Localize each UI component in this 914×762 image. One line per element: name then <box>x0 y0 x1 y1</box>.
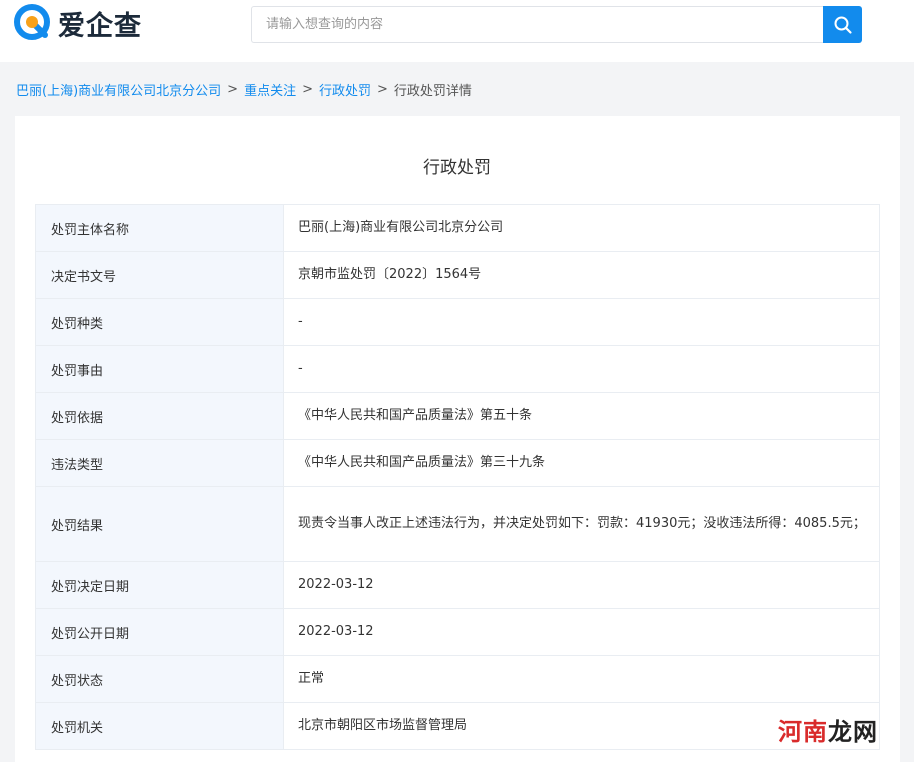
row-label: 违法类型 <box>35 439 284 487</box>
row-value: 巴丽(上海)商业有限公司北京分公司 <box>283 204 880 252</box>
table-row-result: 处罚结果 现责令当事人改正上述违法行为，并决定处罚如下：罚款：41930元；没收… <box>35 486 880 562</box>
logo[interactable]: 爱企查 <box>12 3 142 43</box>
table-row-authority: 处罚机关 北京市朝阳区市场监督管理局 <box>35 702 880 750</box>
row-label: 处罚结果 <box>35 486 284 562</box>
page-title: 行政处罚 <box>423 158 491 178</box>
row-label: 处罚机关 <box>35 702 284 750</box>
table-row-decision-date: 处罚决定日期 2022-03-12 <box>35 561 880 609</box>
table-row-doc-number: 决定书文号 京朝市监处罚〔2022〕1564号 <box>35 251 880 299</box>
row-label: 处罚决定日期 <box>35 561 284 609</box>
row-value: 现责令当事人改正上述违法行为，并决定处罚如下：罚款：41930元；没收违法所得：… <box>283 486 880 562</box>
logo-mark-icon <box>14 4 50 40</box>
row-value: 2022-03-12 <box>283 608 880 656</box>
table-row-reason: 处罚事由 - <box>35 345 880 393</box>
row-value: - <box>283 298 880 346</box>
table-row-type: 处罚种类 - <box>35 298 880 346</box>
logo-text: 爱企查 <box>58 10 142 42</box>
row-label: 处罚事由 <box>35 345 284 393</box>
breadcrumb-separator: > <box>302 81 313 97</box>
search-button[interactable] <box>823 6 862 43</box>
row-label: 处罚依据 <box>35 392 284 440</box>
search-icon <box>834 16 852 34</box>
breadcrumb-focus[interactable]: 重点关注 <box>244 80 296 99</box>
breadcrumb: 巴丽(上海)商业有限公司北京分公司 > 重点关注 > 行政处罚 > 行政处罚详情 <box>16 80 472 99</box>
table-row-status: 处罚状态 正常 <box>35 655 880 703</box>
search-input[interactable] <box>252 7 823 42</box>
breadcrumb-separator: > <box>377 81 388 97</box>
row-value: 《中华人民共和国产品质量法》第三十九条 <box>283 439 880 487</box>
detail-table: 处罚主体名称 巴丽(上海)商业有限公司北京分公司 决定书文号 京朝市监处罚〔20… <box>35 204 880 750</box>
row-label: 处罚主体名称 <box>35 204 284 252</box>
breadcrumb-separator: > <box>227 81 239 97</box>
breadcrumb-admin-penalty[interactable]: 行政处罚 <box>319 80 371 99</box>
table-row-subject: 处罚主体名称 巴丽(上海)商业有限公司北京分公司 <box>35 204 880 252</box>
top-header: 爱企查 <box>0 0 914 62</box>
watermark: 河南龙网 <box>778 712 878 747</box>
row-label: 处罚种类 <box>35 298 284 346</box>
row-value: 2022-03-12 <box>283 561 880 609</box>
table-row-basis: 处罚依据 《中华人民共和国产品质量法》第五十条 <box>35 392 880 440</box>
table-row-violation-type: 违法类型 《中华人民共和国产品质量法》第三十九条 <box>35 439 880 487</box>
row-value: 京朝市监处罚〔2022〕1564号 <box>283 251 880 299</box>
row-label: 决定书文号 <box>35 251 284 299</box>
row-label: 处罚状态 <box>35 655 284 703</box>
watermark-black-text: 龙网 <box>828 718 878 746</box>
row-value: 《中华人民共和国产品质量法》第五十条 <box>283 392 880 440</box>
search-box <box>251 6 823 43</box>
row-label: 处罚公开日期 <box>35 608 284 656</box>
breadcrumb-company[interactable]: 巴丽(上海)商业有限公司北京分公司 <box>16 80 221 99</box>
breadcrumb-current: 行政处罚详情 <box>393 83 472 99</box>
row-value: 正常 <box>283 655 880 703</box>
table-row-publish-date: 处罚公开日期 2022-03-12 <box>35 608 880 656</box>
row-value: - <box>283 345 880 393</box>
watermark-red-text: 河南 <box>778 718 828 746</box>
